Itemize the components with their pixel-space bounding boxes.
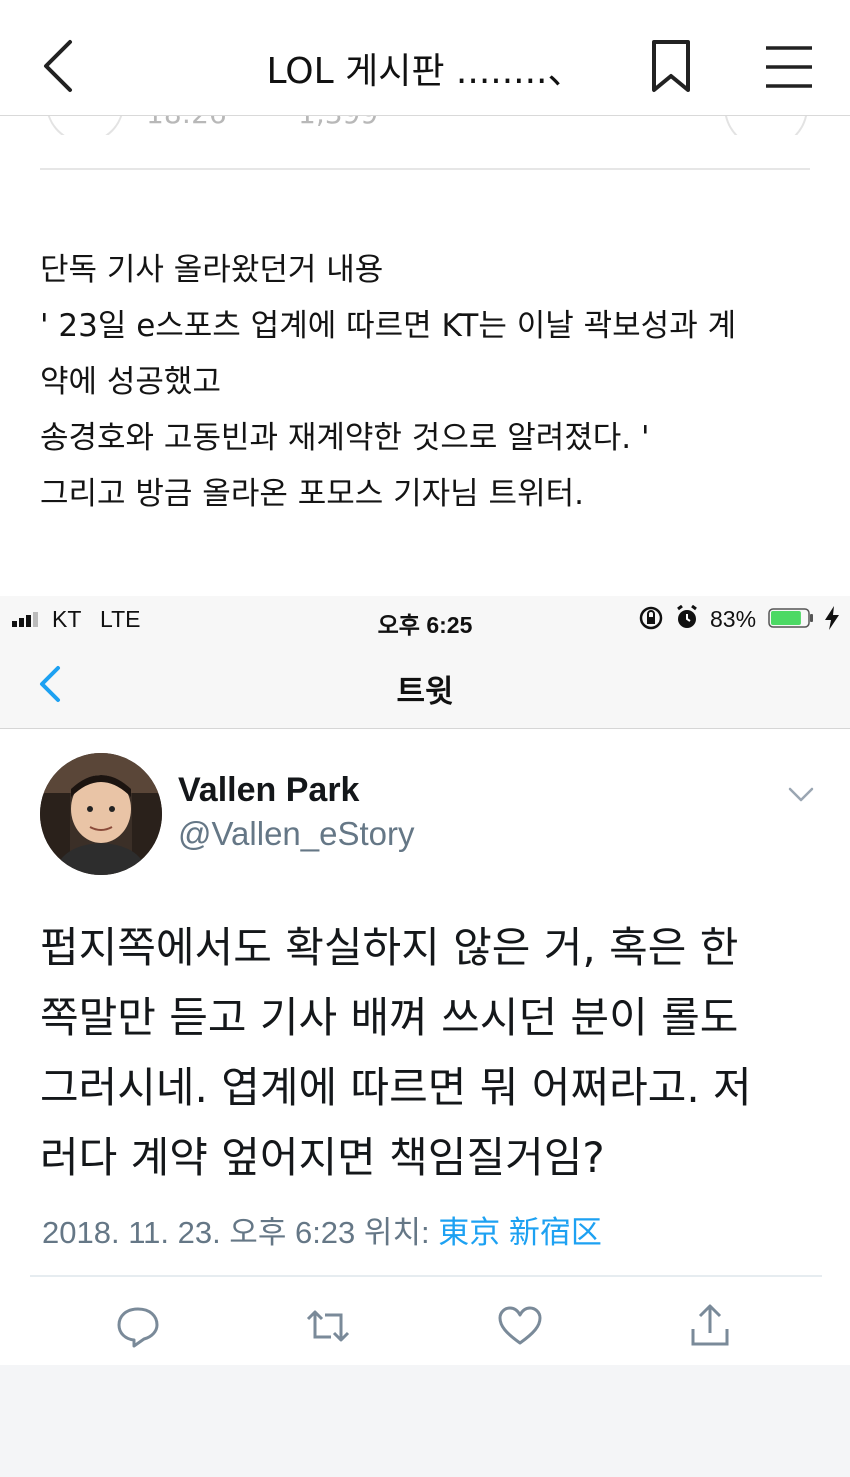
embedded-tweet-screenshot: KT LTE 오후 6:25 83% 트윗 Vallen Park @Valle… <box>0 596 850 1477</box>
post-time: 18:26 <box>146 115 227 130</box>
menu-button[interactable] <box>760 42 818 92</box>
share-button[interactable] <box>686 1303 734 1349</box>
location-label: 위치: <box>363 1215 430 1250</box>
divider <box>30 1275 822 1277</box>
article-line: 단독 기사 올라왔던거 내용 <box>40 252 384 288</box>
charging-bolt-icon <box>825 606 839 630</box>
battery-icon <box>768 608 813 628</box>
retweet-icon <box>306 1310 350 1342</box>
status-bar: KT LTE 오후 6:25 83% <box>0 596 850 642</box>
tweet-text: 펍지쪽에서도 확실하지 않은 거, 혹은 한 쪽말만 듣고 기사 배껴 쓰시던 … <box>40 913 830 1193</box>
tweet-author-name[interactable]: Vallen Park <box>178 771 359 810</box>
article-line: 그리고 방금 올라온 포모스 기자님 트위터. <box>40 476 584 512</box>
tweet-text-line: 펍지쪽에서도 확실하지 않은 거, 혹은 한 <box>40 923 739 972</box>
tweet-author-handle[interactable]: @Vallen_eStory <box>178 815 415 853</box>
orientation-lock-icon <box>639 606 663 630</box>
divider <box>40 168 810 170</box>
tweet-meta: 2018. 11. 23. 오후 6:23 위치: 東京 新宿区 <box>42 1207 602 1252</box>
alarm-icon <box>677 605 697 628</box>
reply-button[interactable] <box>114 1303 162 1349</box>
hamburger-menu-icon <box>766 46 812 88</box>
like-button[interactable] <box>496 1303 544 1349</box>
tweet-nav-title: 트윗 <box>396 674 454 710</box>
bookmark-button[interactable] <box>645 38 697 96</box>
retweet-button[interactable] <box>304 1303 352 1349</box>
tweet-card: Vallen Park @Vallen_eStory 펍지쪽에서도 확실하지 않… <box>0 729 850 1365</box>
tweet-text-line: 러다 계약 엎어지면 책임질거임? <box>40 1133 605 1182</box>
article-line: ' 23일 e스포츠 업계에 따르면 KT는 이날 곽보성과 계 <box>40 308 737 344</box>
page-title: LOL 게시판 ........、 <box>266 51 584 92</box>
tweet-location-link[interactable]: 東京 新宿区 <box>438 1215 602 1250</box>
tweet-timestamp: 2018. 11. 23. 오후 6:23 <box>42 1215 356 1250</box>
article-line: 송경호와 고동빈과 재계약한 것으로 알려졌다. ' <box>40 420 650 456</box>
top-app-bar: LOL 게시판 ........、 <box>0 0 850 116</box>
avatar[interactable] <box>40 753 162 875</box>
chevron-down-icon <box>788 787 814 802</box>
view-count: 1,399 <box>298 115 378 130</box>
share-icon <box>691 1304 729 1346</box>
tweet-text-line: 쪽말만 듣고 기사 배껴 쓰시던 분이 롤도 <box>40 993 739 1042</box>
tweet-nav-bar: 트윗 <box>0 642 850 729</box>
action-circle-button[interactable] <box>724 115 808 135</box>
article-body: 단독 기사 올라왔던거 내용 ' 23일 e스포츠 업계에 따르면 KT는 이날… <box>40 242 820 522</box>
chevron-left-icon <box>44 40 72 92</box>
like-icon <box>498 1306 542 1345</box>
tweet-text-line: 그러시네. 엽계에 따르면 뭐 어쩌라고. 저 <box>40 1063 752 1112</box>
back-button[interactable] <box>34 36 84 96</box>
tweet-options-button[interactable] <box>786 783 816 807</box>
author-avatar <box>46 115 124 135</box>
article-line: 약에 성공했고 <box>40 364 221 400</box>
post-meta-row: 18:26 1,399 <box>0 115 850 135</box>
battery-percent: 83% <box>710 606 757 632</box>
reply-icon <box>117 1307 159 1348</box>
bookmark-icon <box>652 40 690 92</box>
